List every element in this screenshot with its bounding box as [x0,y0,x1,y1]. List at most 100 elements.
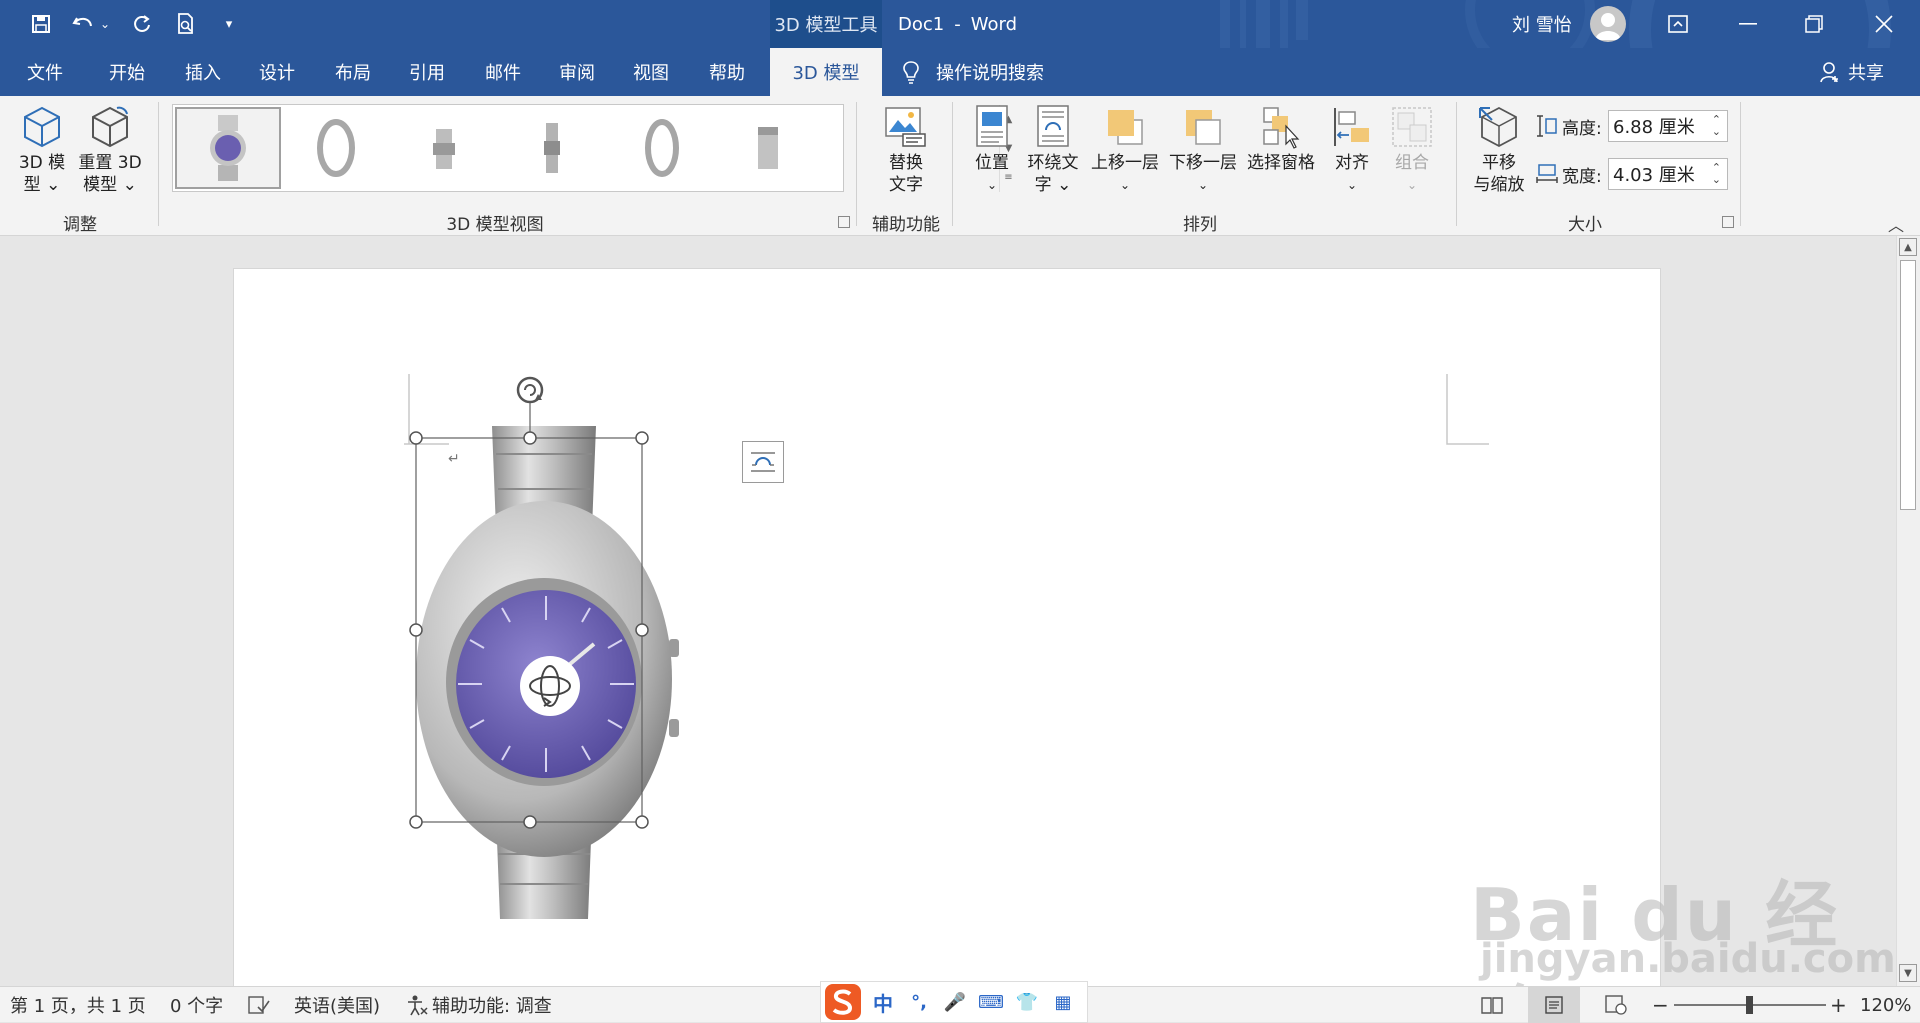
send-backward-button[interactable]: 下移一层 ⌄ [1166,104,1240,196]
width-label-text: 宽度: [1562,166,1602,187]
width-field[interactable]: 4.03 厘米 ⌃ ⌄ [1608,158,1728,190]
share-person-icon [1820,62,1838,83]
restore-icon[interactable] [1786,0,1842,48]
microphone-icon[interactable]: 🎤 [937,992,973,1013]
wrap-text-label-2: 字 ⌄ [1034,175,1072,195]
zoom-slider-thumb[interactable] [1746,996,1753,1014]
web-layout-icon[interactable] [1604,987,1628,1023]
zoom-out-icon[interactable]: − [1652,987,1669,1023]
tab-references[interactable]: 引用 [396,48,458,96]
3d-models-button[interactable]: 3D 模 型 ⌄ [14,104,70,196]
lightbulb-icon [903,61,919,84]
tab-mailings[interactable]: 邮件 [472,48,534,96]
zoom-level[interactable]: 120% [1860,987,1911,1023]
align-label: 对齐 [1335,153,1369,173]
spin-down-icon[interactable]: ⌄ [1712,173,1721,186]
print-layout-icon[interactable] [1528,987,1580,1023]
group-divider [856,102,857,226]
layout-options-button[interactable] [742,441,784,483]
collapse-ribbon-icon[interactable]: ︿ [1888,212,1904,236]
bring-forward-icon [1108,110,1143,145]
spin-down-icon[interactable]: ⌄ [1712,125,1721,138]
3d-watch-model[interactable] [384,364,704,954]
read-mode-icon[interactable] [1480,987,1504,1023]
reset-cube-icon [92,106,128,148]
vertical-scrollbar[interactable]: ▲ ▼ [1896,236,1920,986]
document-page[interactable]: ↵ [233,268,1661,986]
alt-text-button[interactable]: 替换 文字 [870,104,942,196]
chevron-down-icon: ⌄ [1119,178,1131,192]
height-field[interactable]: 6.88 厘米 ⌃ ⌄ [1608,110,1728,142]
view-option-ring-angle[interactable] [607,107,713,189]
layout-options-icon [751,452,775,472]
alt-text-label-2: 文字 [889,175,923,195]
dialog-launcher-icon[interactable] [1722,216,1734,228]
group-objects-label: 组合 [1395,153,1429,173]
reset-3d-model-button[interactable]: 重置 3D 模型 ⌄ [74,104,146,196]
toolbox-icon[interactable]: ▦ [1045,992,1081,1013]
wrap-text-label-1: 环绕文 [1027,153,1079,173]
send-backward-icon [1186,110,1221,145]
wrap-text-button[interactable]: 环绕文 字 ⌄ [1024,104,1082,196]
avatar[interactable] [1590,6,1626,42]
share-button[interactable]: 共享 [1820,48,1884,96]
scroll-down-icon[interactable]: ▼ [1899,964,1917,982]
view-option-side-ring[interactable] [283,107,389,189]
keyboard-icon[interactable]: ⌨ [973,992,1009,1013]
ribbon: 3D 模 型 ⌄ 重置 3D 模型 ⌄ 调整 ▲ ▼ ≡ 3D 模型视图 替换 … [0,96,1920,236]
group-objects-button[interactable]: 组合 ⌄ [1386,104,1438,196]
view-option-bottom[interactable] [715,107,821,189]
skin-icon[interactable]: 👕 [1009,992,1045,1013]
tab-view[interactable]: 视图 [620,48,682,96]
word-count[interactable]: 0 个字 [170,987,223,1023]
close-icon[interactable] [1856,0,1912,48]
undo-dropdown-icon[interactable]: ⌄ [98,8,112,40]
context-tool-title: 3D 模型工具 [770,0,882,48]
print-preview-icon[interactable] [170,8,202,40]
accessibility-text: 辅助功能: 调查 [432,996,552,1017]
tab-help[interactable]: 帮助 [696,48,758,96]
position-button[interactable]: 位置 ⌄ [966,104,1018,196]
selection-pane-button[interactable]: 选择窗格 [1244,104,1318,174]
sogou-logo-icon[interactable] [821,982,865,1022]
tab-home[interactable]: 开始 [96,48,158,96]
accessibility-checker[interactable]: 辅助功能: 调查 [406,987,552,1023]
height-value: 6.88 厘米 [1613,117,1695,138]
tell-me-search[interactable]: 操作说明搜索 [900,48,1044,96]
zoom-in-icon[interactable]: + [1830,987,1847,1023]
pan-and-zoom-button[interactable]: 平移 与缩放 [1466,104,1532,196]
tab-review[interactable]: 审阅 [546,48,608,96]
watch-angle-thumbnail [645,119,679,177]
align-button[interactable]: 对齐 ⌄ [1326,104,1378,196]
view-option-front[interactable] [175,107,281,189]
undo-icon[interactable] [68,8,98,40]
ribbon-display-options-icon[interactable] [1650,0,1706,48]
tab-design[interactable]: 设计 [246,48,308,96]
user-name[interactable]: 刘 雪怡 [1512,0,1572,48]
bring-forward-button[interactable]: 上移一层 ⌄ [1088,104,1162,196]
tab-3d-model[interactable]: 3D 模型 [770,48,882,96]
redo-icon[interactable] [126,8,158,40]
tab-layout[interactable]: 布局 [322,48,384,96]
page-count[interactable]: 第 1 页，共 1 页 [10,987,146,1023]
selection-pane-label: 选择窗格 [1247,153,1315,173]
group-label-accessibility: 辅助功能 [872,215,940,235]
tab-insert[interactable]: 插入 [172,48,234,96]
view-option-edge[interactable] [499,107,605,189]
tab-file[interactable]: 文件 [14,48,76,96]
language-indicator[interactable]: 英语(美国) [294,987,380,1023]
dialog-launcher-icon[interactable] [838,216,850,228]
minimize-icon[interactable] [1720,0,1776,48]
proofing-icon[interactable] [248,987,270,1023]
align-icon [1334,108,1369,146]
title-bar: ⌄ ▾ 3D 模型工具 Doc1 - Word 刘 雪怡 [0,0,1920,48]
3d-models-label-2: 型 ⌄ [23,175,61,195]
scrollbar-thumb[interactable] [1900,260,1916,510]
save-icon[interactable] [24,8,58,40]
scroll-up-icon[interactable]: ▲ [1899,238,1917,256]
ime-punctuation-mode[interactable]: °, [901,992,937,1013]
ime-chinese-mode[interactable]: 中 [865,988,901,1017]
view-option-top[interactable] [391,107,497,189]
watch-front-thumbnail [210,115,246,181]
customize-qat-icon[interactable]: ▾ [214,8,244,40]
